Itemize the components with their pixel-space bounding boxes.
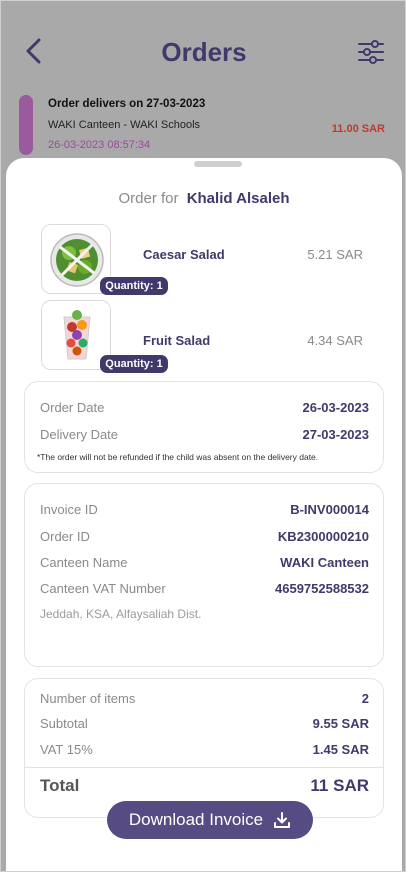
list-item: Quantity: 1 Caesar Salad 5.21 SAR — [41, 224, 381, 304]
order-title: Order delivers on 27-03-2023 — [48, 98, 206, 110]
filter-button[interactable] — [357, 39, 385, 65]
order-amount: 11.00 SAR — [331, 123, 385, 135]
total-label: Total — [40, 776, 80, 795]
vat-number-label: Canteen VAT Number — [40, 581, 166, 596]
header: Orders — [1, 1, 405, 101]
background-order-card[interactable]: Order delivers on 27-03-2023 WAKI Cantee… — [15, 93, 405, 159]
order-date-label: Order Date — [40, 400, 105, 415]
order-id-value: KB2300000210 — [277, 529, 369, 544]
quantity-badge: Quantity: 1 — [100, 355, 168, 373]
item-price: 5.21 SAR — [307, 247, 363, 262]
download-icon — [274, 812, 291, 828]
canteen-name-label: Canteen Name — [40, 555, 128, 570]
vat-number-value: 4659752588532 — [275, 581, 369, 596]
sheet-drag-handle[interactable] — [194, 161, 242, 167]
total-value: 11 SAR — [310, 776, 369, 795]
canteen-address: Jeddah, KSA, Alfaysaliah Dist. — [40, 607, 202, 621]
order-dates-card: Order Date 26-03-2023 Delivery Date 27-0… — [24, 381, 384, 473]
item-price: 4.34 SAR — [307, 333, 363, 348]
vat-label: VAT 15% — [40, 742, 93, 757]
list-item: Quantity: 1 Fruit Salad 4.34 SAR — [41, 300, 381, 380]
item-name: Caesar Salad — [143, 247, 225, 262]
download-invoice-button[interactable]: Download Invoice — [107, 801, 313, 839]
order-id-label: Order ID — [40, 529, 90, 544]
order-for-label: Order for — [118, 190, 179, 207]
app-frame: Orders Order delivers on 27-03-2023 WAKI… — [0, 0, 406, 872]
page-title: Orders — [161, 37, 247, 67]
canteen-name-value: WAKI Canteen — [280, 555, 369, 570]
download-invoice-label: Download Invoice — [128, 810, 264, 829]
refund-note: *The order will not be refunded if the c… — [37, 452, 319, 462]
subtotal-label: Subtotal — [40, 716, 88, 731]
sliders-icon — [358, 40, 384, 64]
order-details-sheet: Order for Khalid Alsaleh Quantity: 1 Cae… — [6, 158, 402, 871]
summary-divider — [25, 767, 383, 768]
quantity-badge: Quantity: 1 — [100, 277, 168, 295]
order-accent-bar — [19, 95, 33, 155]
order-subtitle: WAKI Canteen - WAKI Schools — [48, 119, 201, 131]
invoice-details-card: Invoice ID B-INV000014 Order ID KB230000… — [24, 483, 384, 667]
items-count-value: 2 — [361, 691, 369, 706]
customer-name: Khalid Alsaleh — [186, 190, 290, 207]
order-timestamp: 26-03-2023 08:57:34 — [48, 139, 151, 151]
invoice-id-label: Invoice ID — [40, 502, 98, 517]
order-for-line: Order for Khalid Alsaleh — [6, 190, 402, 207]
item-name: Fruit Salad — [143, 333, 211, 348]
delivery-date-label: Delivery Date — [40, 427, 119, 442]
invoice-id-value: B-INV000014 — [290, 502, 369, 517]
items-count-label: Number of items — [40, 691, 136, 706]
order-summary-card: Number of items 2 Subtotal 9.55 SAR VAT … — [24, 678, 384, 818]
subtotal-value: 9.55 SAR — [312, 716, 369, 731]
delivery-date-value: 27-03-2023 — [302, 427, 370, 442]
vat-value: 1.45 SAR — [312, 742, 369, 757]
order-date-value: 26-03-2023 — [302, 400, 370, 415]
